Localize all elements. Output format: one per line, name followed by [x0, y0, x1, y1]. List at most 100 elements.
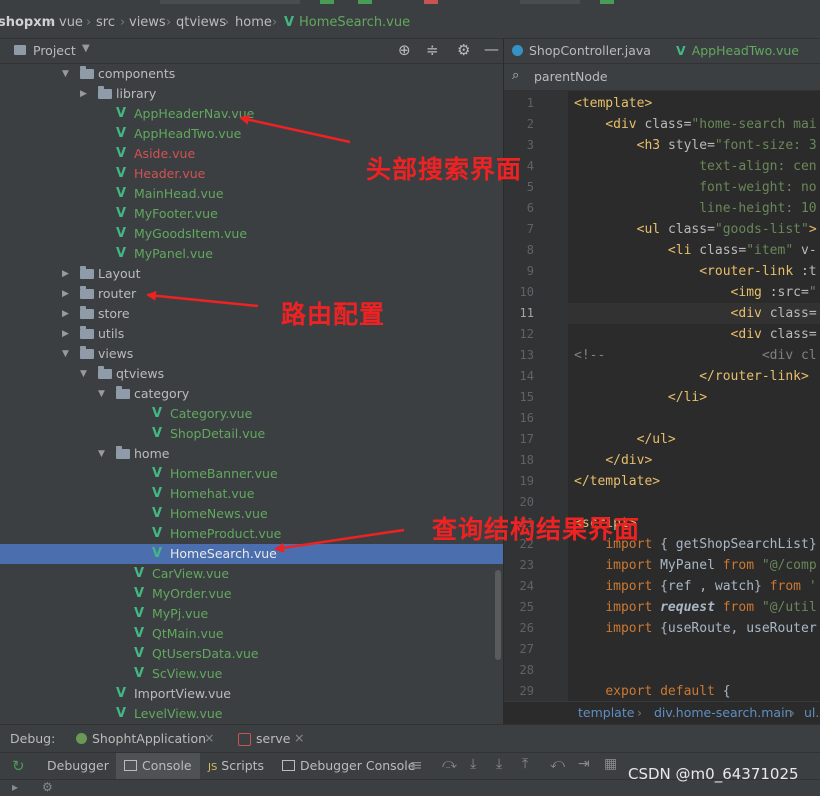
tree-folder[interactable]: ▶ library — [0, 84, 503, 104]
tree-file[interactable]: V MyPanel.vue — [0, 244, 503, 264]
chevron-down-icon[interactable]: ▼ — [62, 344, 72, 364]
debug-icon[interactable] — [358, 0, 372, 4]
collapse-all-icon[interactable]: ≑ — [426, 41, 439, 59]
minimize-icon[interactable]: — — [484, 40, 499, 58]
tree-file[interactable]: V ImportView.vue — [0, 684, 503, 704]
tree-file[interactable]: V CarView.vue — [0, 564, 503, 584]
run-to-cursor-icon[interactable]: ⇥ — [578, 756, 590, 772]
code-line[interactable]: font-weight: no — [574, 177, 816, 198]
code-line[interactable]: </ul> — [574, 429, 676, 450]
gear-icon[interactable]: ⚙ — [457, 41, 470, 59]
chevron-down-icon[interactable]: ▼ — [82, 43, 90, 54]
close-icon[interactable]: × — [294, 730, 304, 745]
tree-folder[interactable]: ▼ home — [0, 444, 503, 464]
tree-file[interactable]: V QtMain.vue — [0, 624, 503, 644]
code-line[interactable]: <li class="item" v- — [574, 240, 817, 261]
code-line[interactable]: </li> — [574, 387, 707, 408]
step-out-icon[interactable]: ⤒ — [522, 756, 528, 772]
breadcrumb-ul[interactable]: ul.g — [804, 705, 820, 720]
code-line[interactable]: <img :src=" — [574, 282, 817, 303]
tree-folder[interactable]: ▶ Layout — [0, 264, 503, 284]
tree-file[interactable]: V MyPj.vue — [0, 604, 503, 624]
tree-folder[interactable]: ▶ router — [0, 284, 503, 304]
breadcrumb-item[interactable]: vue — [59, 15, 83, 30]
code-line[interactable]: <h3 style="font-size: 3 — [574, 135, 817, 156]
tab-scripts[interactable]: JS Scripts — [202, 753, 270, 779]
tab-debugger-console[interactable]: Debugger Console — [276, 753, 421, 779]
tree-file[interactable]: V MyGoodsItem.vue — [0, 224, 503, 244]
code-line[interactable]: </template> — [574, 471, 660, 492]
chevron-right-icon[interactable]: ▶ — [62, 264, 72, 284]
code-line[interactable]: <div class= — [574, 324, 817, 345]
code-line[interactable]: export default { — [574, 681, 730, 701]
resume-icon[interactable]: ▸ — [12, 780, 18, 794]
breadcrumb-item[interactable]: qtviews — [176, 15, 226, 30]
search-input[interactable]: parentNode — [534, 69, 608, 84]
code-line[interactable]: </router-link> — [574, 366, 809, 387]
chevron-down-icon[interactable]: ▼ — [62, 64, 72, 84]
code-line[interactable]: import {useRoute, useRouter — [574, 618, 816, 639]
drop-frame-icon[interactable]: ⤺ — [550, 756, 565, 772]
chevron-right-icon[interactable]: ▶ — [62, 284, 72, 304]
chevron-down-icon[interactable]: ▼ — [98, 384, 108, 404]
tree-scrollbar[interactable] — [495, 570, 501, 660]
tree-folder[interactable]: ▶ utils — [0, 324, 503, 344]
code-editor[interactable]: <template> <div class="home-search mai <… — [568, 91, 820, 701]
tree-file[interactable]: V ScView.vue — [0, 664, 503, 684]
breadcrumb-item[interactable]: home — [235, 15, 272, 30]
tree-file[interactable]: V LevelView.vue — [0, 704, 503, 724]
run-config-selector[interactable] — [160, 0, 300, 4]
breadcrumb-template[interactable]: template — [578, 705, 634, 720]
code-line[interactable]: <div class="home-search mai — [574, 114, 816, 135]
locate-icon[interactable]: ⊕ — [398, 41, 411, 59]
code-line[interactable]: <div class= — [574, 303, 817, 324]
tree-folder[interactable]: ▼ qtviews — [0, 364, 503, 384]
chevron-down-icon[interactable]: ▼ — [98, 444, 108, 464]
tree-file[interactable]: V QtUsersData.vue — [0, 644, 503, 664]
code-line[interactable]: <router-link :t — [574, 261, 816, 282]
menu-icon[interactable]: ≡ — [410, 756, 423, 774]
code-line[interactable]: <ul class="goods-list"> — [574, 219, 817, 240]
tree-folder[interactable]: ▼ views — [0, 344, 503, 364]
tab-debugger[interactable]: Debugger — [40, 753, 116, 779]
tree-file[interactable]: V HomeBanner.vue — [0, 464, 503, 484]
tree-folder[interactable]: ▼ category — [0, 384, 503, 404]
chevron-right-icon[interactable]: ▶ — [62, 304, 72, 324]
code-line[interactable]: </div> — [574, 450, 652, 471]
chevron-right-icon[interactable]: ▶ — [62, 324, 72, 344]
breadcrumb-item[interactable]: src — [96, 15, 115, 30]
code-line[interactable]: import {ref , watch} from ' — [574, 576, 816, 597]
tree-file[interactable]: V MainHead.vue — [0, 184, 503, 204]
force-step-into-icon[interactable]: ⤓ — [496, 756, 502, 772]
tree-file[interactable]: V ShopDetail.vue — [0, 424, 503, 444]
git-toolbar[interactable] — [520, 0, 580, 4]
code-line[interactable]: line-height: 10 — [574, 198, 816, 219]
tree-file[interactable]: V MyFooter.vue — [0, 204, 503, 224]
tree-file[interactable]: V Category.vue — [0, 404, 503, 424]
breadcrumb-current-file[interactable]: HomeSearch.vue — [299, 15, 410, 30]
tree-file[interactable]: V HomeNews.vue — [0, 504, 503, 524]
close-icon[interactable]: × — [204, 730, 214, 745]
git-commit-icon[interactable] — [600, 0, 614, 4]
breadcrumb-item[interactable]: shopxm — [0, 15, 55, 30]
tree-file[interactable]: V HomeSearch.vue — [0, 544, 503, 564]
evaluate-icon[interactable]: ▦ — [604, 756, 617, 772]
code-line[interactable]: <!-- <div cl — [574, 345, 817, 366]
breadcrumb-item[interactable]: views — [129, 15, 166, 30]
settings-icon[interactable]: ⚙ — [42, 780, 53, 794]
code-line[interactable]: import request from "@/util — [574, 597, 816, 618]
tree-file[interactable]: V Homehat.vue — [0, 484, 503, 504]
tab-console[interactable]: Console — [116, 753, 200, 779]
rerun-icon[interactable]: ↻ — [12, 757, 25, 775]
stop-icon[interactable] — [424, 0, 438, 4]
step-over-icon[interactable]: ⤼ — [442, 756, 457, 772]
chevron-down-icon[interactable]: ▼ — [80, 364, 90, 384]
project-view-title[interactable]: Project — [33, 43, 76, 58]
chevron-right-icon[interactable]: ▶ — [80, 84, 90, 104]
code-line[interactable]: <template> — [574, 93, 652, 114]
tab-shop-controller[interactable]: ShopController.java — [512, 39, 651, 63]
breadcrumb-div[interactable]: div.home-search.main — [654, 705, 792, 720]
debug-session-label[interactable]: ShophtApplication — [92, 731, 206, 746]
run-icon[interactable] — [320, 0, 334, 4]
tree-file[interactable]: V AppHeaderNav.vue — [0, 104, 503, 124]
